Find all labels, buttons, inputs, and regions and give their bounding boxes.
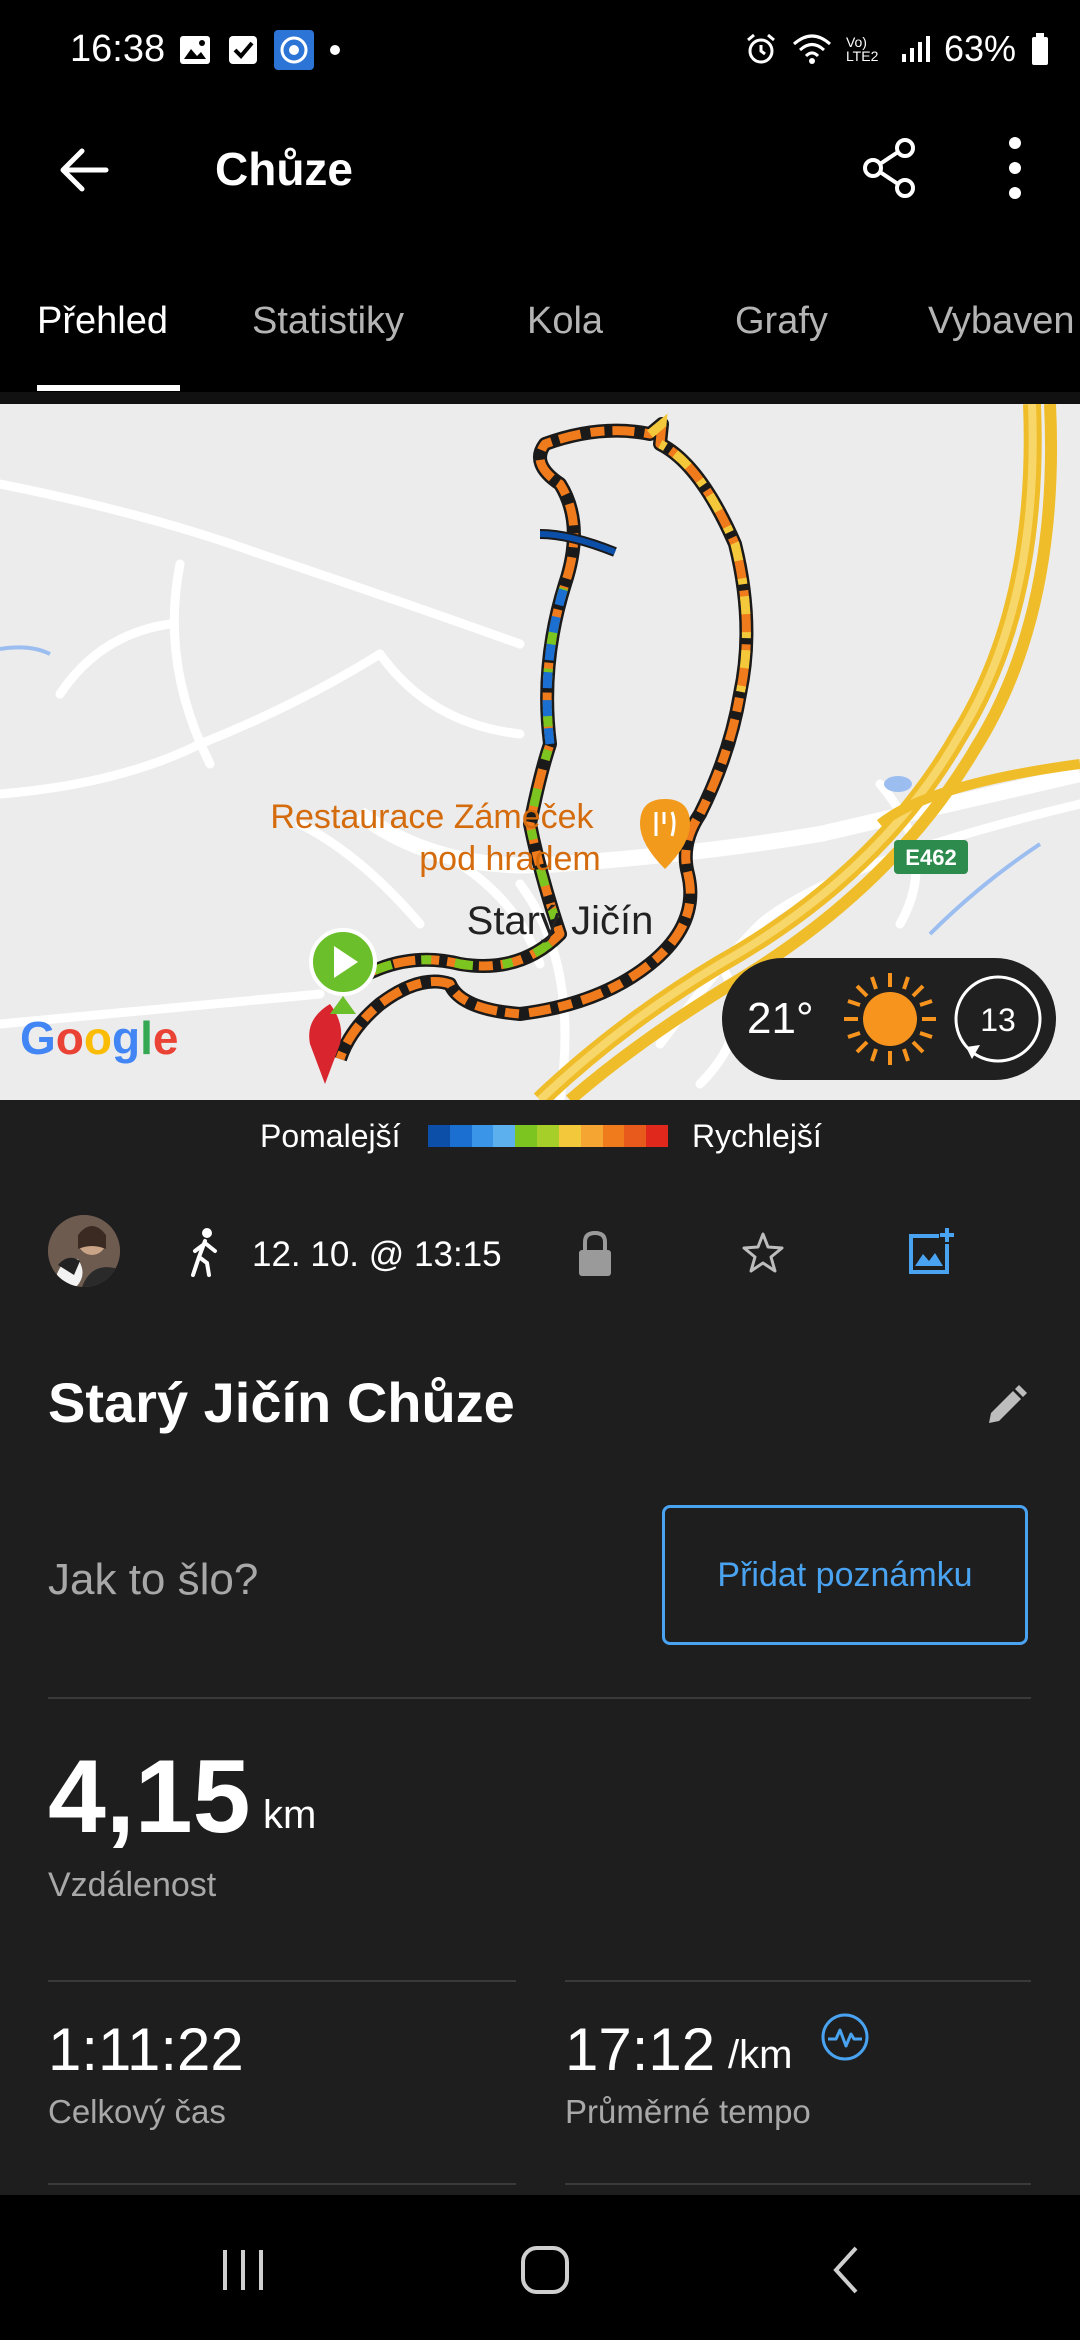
road-label: E462 xyxy=(905,845,956,870)
place-label: Starý Jičín xyxy=(467,899,654,943)
wind-speed: 13 xyxy=(980,1002,1016,1038)
status-time: 16:38 xyxy=(70,28,166,70)
alarm-icon xyxy=(746,33,775,64)
wind-indicator-icon: 13 xyxy=(954,975,1042,1063)
gallery-icon xyxy=(180,36,210,64)
activity-title: Starý Jičín Chůze xyxy=(48,1371,515,1434)
recent-apps-icon[interactable] xyxy=(213,2240,273,2300)
distance-value: 4,15 xyxy=(48,1739,251,1855)
home-icon[interactable] xyxy=(515,2240,575,2300)
back-arrow-icon[interactable] xyxy=(50,135,120,205)
pace-chart-icon[interactable] xyxy=(820,2012,870,2062)
star-icon[interactable] xyxy=(740,1230,786,1276)
add-note-button[interactable]: Přidat poznámku xyxy=(662,1505,1028,1645)
edit-pencil-icon[interactable] xyxy=(985,1385,1027,1427)
avg-pace-unit: /km xyxy=(728,2033,793,2077)
legend-swatch xyxy=(558,1125,581,1147)
route-map[interactable]: E462 Restaurace Zámeček pod hradem Starý… xyxy=(0,404,1080,1100)
activity-datetime: 12. 10. @ 13:15 xyxy=(252,1235,502,1274)
checkbox-icon xyxy=(229,36,257,64)
lock-icon[interactable] xyxy=(575,1230,615,1278)
google-logo: Google xyxy=(20,1012,178,1064)
distance-unit: km xyxy=(263,1793,317,1837)
divider xyxy=(565,1980,1031,1982)
total-time-value: 1:11:22 xyxy=(48,2016,244,2083)
app-bar: Chůze xyxy=(0,105,1080,245)
weather-widget: 21° 13 xyxy=(722,958,1056,1080)
notification-icons xyxy=(178,30,342,70)
poi-label-line1: Restaurace Zámeček xyxy=(270,798,594,836)
avatar[interactable] xyxy=(48,1215,120,1287)
back-nav-icon[interactable] xyxy=(818,2240,878,2300)
legend-swatch xyxy=(580,1125,603,1147)
legend-swatch xyxy=(471,1125,494,1147)
battery-icon xyxy=(1032,33,1048,65)
legend-swatch xyxy=(493,1125,516,1147)
divider xyxy=(48,2183,516,2185)
tab-bar: Přehled Statistiky Kola Grafy Vybaven xyxy=(0,245,1080,392)
tab-statistics[interactable]: Statistiky xyxy=(252,300,404,343)
wifi-icon xyxy=(792,34,831,64)
avg-pace-value: 17:12 xyxy=(565,2016,716,2083)
divider xyxy=(48,1697,1031,1699)
legend-swatch xyxy=(602,1125,625,1147)
signal-icon xyxy=(901,36,930,62)
tab-divider xyxy=(0,392,1080,404)
legend-faster: Rychlejší xyxy=(692,1118,822,1154)
active-tab-indicator xyxy=(37,385,180,391)
share-icon[interactable] xyxy=(855,133,925,203)
legend-swatch xyxy=(428,1125,450,1147)
add-photo-icon[interactable] xyxy=(905,1226,957,1278)
walk-icon xyxy=(191,1228,217,1277)
dot-icon xyxy=(330,45,340,55)
legend-swatch xyxy=(646,1125,668,1147)
battery-percent: 63% xyxy=(943,28,1016,69)
tab-overview[interactable]: Přehled xyxy=(37,300,168,343)
distance-label: Vzdálenost xyxy=(48,1866,217,1904)
status-bar: 16:38 Vo) LTE2 63% xyxy=(0,0,1080,105)
tab-equipment[interactable]: Vybaven xyxy=(928,300,1074,343)
network-label: Vo) LTE2 xyxy=(845,34,879,64)
avg-pace-label: Průměrné tempo xyxy=(565,2093,811,2130)
divider xyxy=(565,2183,1031,2185)
legend-swatch xyxy=(624,1125,647,1147)
page-title: Chůze xyxy=(215,143,353,195)
app-notification-icon xyxy=(274,30,314,70)
legend-swatch xyxy=(515,1125,538,1147)
system-nav-bar xyxy=(0,2195,1080,2340)
more-options-icon[interactable] xyxy=(995,133,1035,203)
legend-color-bar xyxy=(428,1125,668,1147)
legend-slower: Pomalejší xyxy=(260,1118,401,1154)
tab-graphs[interactable]: Grafy xyxy=(735,300,828,343)
sun-icon xyxy=(844,973,936,1065)
route-end-marker xyxy=(309,1004,342,1084)
system-icons: Vo) LTE2 63% xyxy=(744,28,1050,70)
divider xyxy=(48,1980,516,1982)
legend-swatch xyxy=(449,1125,472,1147)
activity-info-row: 12. 10. @ 13:15 xyxy=(0,1210,1080,1300)
poi-label-line2: pod hradem xyxy=(419,840,600,878)
total-time-label: Celkový čas xyxy=(48,2093,226,2130)
legend-swatch xyxy=(537,1125,559,1147)
tab-laps[interactable]: Kola xyxy=(527,300,603,343)
speed-legend: Pomalejší Rychlejší xyxy=(0,1100,1080,1175)
note-prompt: Jak to šlo? xyxy=(48,1555,259,1604)
weather-temperature: 21° xyxy=(747,994,814,1043)
